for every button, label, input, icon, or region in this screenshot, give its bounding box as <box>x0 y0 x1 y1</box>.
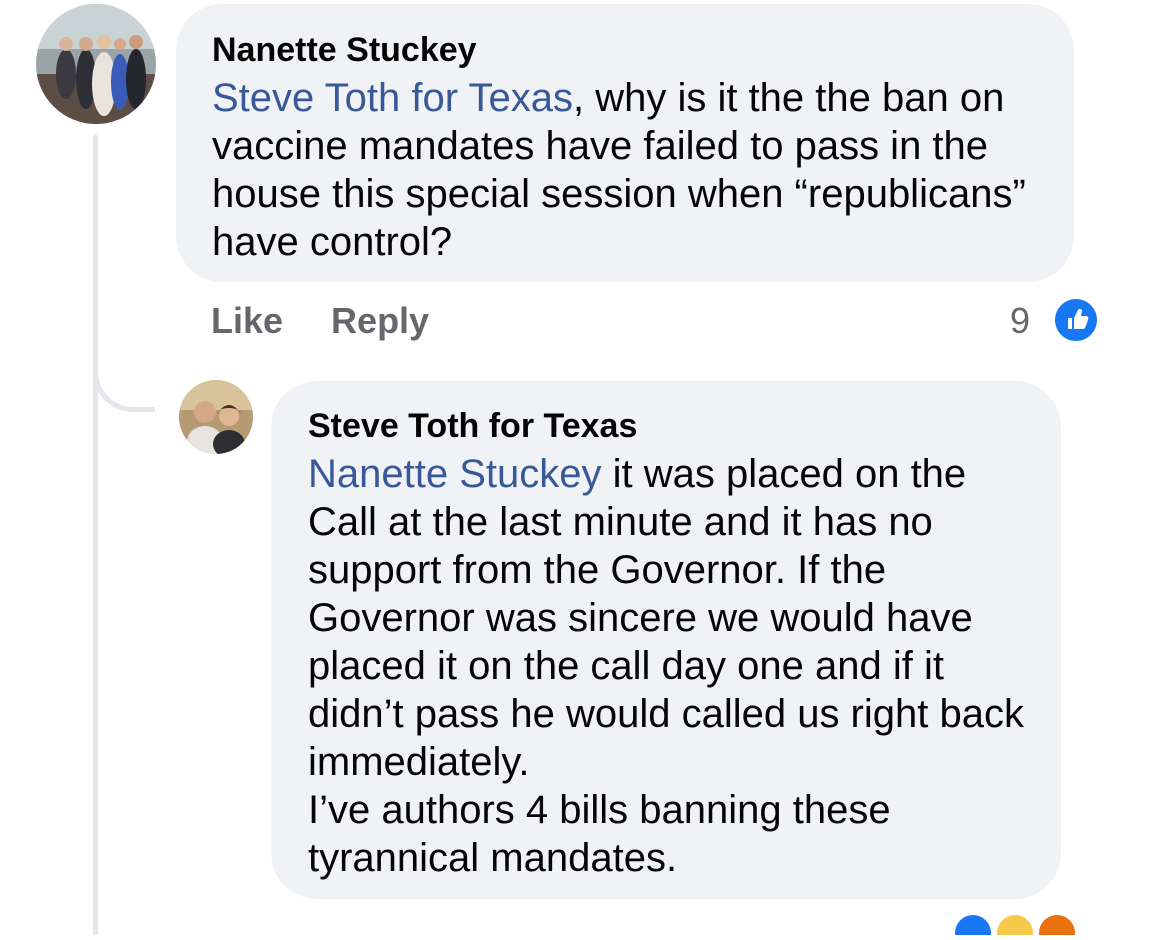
comment-author[interactable]: Nanette Stuckey <box>212 30 1038 70</box>
reply-body-2: I’ve authors 4 bills banning these tyran… <box>308 788 891 880</box>
reply-connector <box>93 300 155 412</box>
thread-line <box>93 135 98 935</box>
comment-text: Steve Toth for Texas, why is it the the … <box>212 74 1038 266</box>
comment-bubble: Nanette Stuckey Steve Toth for Texas, wh… <box>176 4 1074 282</box>
thumbs-up-icon[interactable] <box>1052 296 1100 344</box>
profile-photo <box>36 4 156 124</box>
reply-avatar[interactable] <box>179 380 253 454</box>
reply-button[interactable]: Reply <box>331 300 429 341</box>
mention-link[interactable]: Nanette Stuckey <box>308 452 602 496</box>
reply-author[interactable]: Steve Toth for Texas <box>308 406 1024 446</box>
reaction-count[interactable]: 9 <box>1010 298 1030 344</box>
reply-bubble: Steve Toth for Texas Nanette Stuckey it … <box>271 381 1061 899</box>
reply-text: Nanette Stuckey it was placed on the Cal… <box>308 450 1024 882</box>
reaction-icons-partial <box>955 905 1105 940</box>
profile-photo <box>179 380 253 454</box>
reply-body: it was placed on the Call at the last mi… <box>308 452 1024 784</box>
mention-link[interactable]: Steve Toth for Texas <box>212 76 573 120</box>
avatar[interactable] <box>36 4 156 124</box>
comment-actions: Like Reply <box>211 296 477 346</box>
like-button[interactable]: Like <box>211 300 283 341</box>
